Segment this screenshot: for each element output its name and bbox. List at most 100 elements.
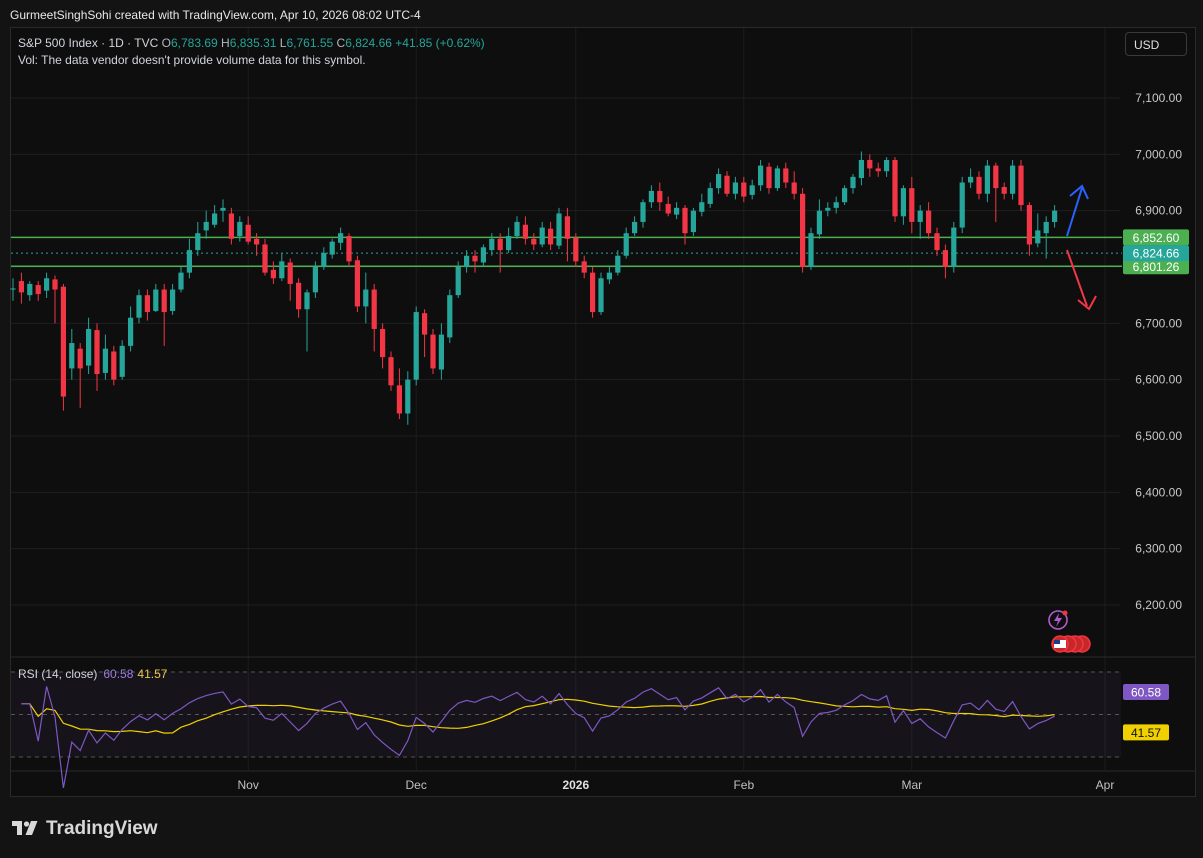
candle-up: [959, 182, 965, 228]
open-value: 6,783.69: [170, 36, 218, 50]
candle-down: [430, 334, 436, 369]
candle-down: [741, 182, 747, 197]
candle-down: [934, 233, 940, 251]
tradingview-logo-icon: [12, 821, 38, 835]
candle-down: [380, 328, 386, 358]
tradingview-brand[interactable]: TradingView: [12, 818, 158, 840]
candle-down: [1001, 187, 1007, 194]
arrow-down-head: [1077, 295, 1097, 311]
rsi-pane[interactable]: 60.58 41.57: [11, 656, 1195, 789]
candle-up: [758, 165, 764, 186]
candle-up: [212, 213, 218, 225]
rsi-value: 60.58: [103, 667, 134, 681]
time-tick-label: Feb: [733, 778, 754, 792]
candle-down: [875, 168, 881, 172]
time-tick-label: Dec: [406, 778, 427, 792]
candle-up: [405, 379, 411, 414]
candle-up: [44, 278, 50, 291]
candle-up: [514, 221, 520, 237]
candle-up: [623, 233, 629, 256]
candle-up: [716, 174, 722, 189]
currency-button[interactable]: USD: [1125, 32, 1187, 56]
candle-down: [993, 165, 999, 189]
candle-up: [455, 267, 461, 296]
candle-down: [296, 282, 302, 310]
candle-down: [35, 285, 41, 295]
chart-svg[interactable]: 6,200.00 6,300.00 6,400.00 6,500.00 6,600.00…: [0, 0, 1203, 858]
candle-down: [926, 210, 932, 234]
candle-up: [489, 238, 495, 251]
candle-down: [564, 216, 570, 239]
candle-up: [951, 227, 957, 267]
candles: [10, 151, 1058, 425]
candle-down: [581, 261, 587, 273]
candle-up: [816, 210, 822, 235]
high-key: H: [221, 36, 230, 50]
time-axis[interactable]: Nov Dec 2026 Feb Mar Apr: [11, 770, 1195, 792]
time-tick-label: Nov: [238, 778, 259, 792]
candle-down: [590, 272, 596, 313]
candle-up: [10, 288, 16, 290]
low-value: 6,761.55: [286, 36, 334, 50]
candle-up: [632, 221, 638, 234]
price-tick-label: 6,900.00: [1135, 204, 1182, 218]
candle-down: [800, 193, 806, 267]
candle-up: [27, 283, 33, 296]
candle-down: [665, 203, 671, 214]
candle-up: [363, 289, 369, 307]
candle-up: [917, 210, 923, 222]
rsi-ma-badge-label: 41.57: [1131, 726, 1161, 740]
time-tick-label: Mar: [901, 778, 922, 792]
candle-down: [867, 159, 873, 169]
candle-down: [111, 351, 117, 380]
candle-up: [1010, 165, 1016, 194]
candle-up: [304, 292, 310, 310]
candle-down: [522, 224, 528, 239]
candle-up: [699, 202, 705, 212]
candle-up: [69, 343, 75, 369]
volume-note: Vol: The data vendor doesn't provide vol…: [18, 53, 366, 67]
candle-down: [657, 190, 663, 203]
symbol-label[interactable]: S&P 500 Index · 1D · TVC: [18, 36, 158, 50]
high-value: 6,835.31: [229, 36, 277, 50]
level-badge-label: 6,852.60: [1133, 231, 1180, 245]
candle-up: [338, 233, 344, 243]
candle-up: [690, 210, 696, 233]
candle-up: [598, 278, 604, 313]
candle-down: [531, 238, 537, 245]
time-tick-label: Apr: [1096, 778, 1115, 792]
candle-up: [186, 250, 192, 273]
candle-up: [850, 176, 856, 189]
candle-down: [287, 262, 293, 284]
candle-up: [312, 267, 318, 293]
price-tick-label: 7,000.00: [1135, 147, 1182, 161]
candle-up: [506, 236, 512, 251]
candle-down: [682, 207, 688, 234]
candle-up: [321, 252, 327, 267]
candle-up: [1052, 210, 1058, 222]
annotations: [1048, 184, 1097, 653]
rsi-legend[interactable]: RSI (14, close) 60.58 41.57: [18, 667, 167, 681]
candle-up: [774, 168, 780, 189]
price-tick-label: 6,500.00: [1135, 429, 1182, 443]
candle-up: [464, 255, 470, 267]
open-key: O: [161, 36, 171, 50]
price-axis[interactable]: 6,200.00 6,300.00 6,400.00 6,500.00 6,600.00…: [1123, 91, 1189, 612]
price-tick-label: 7,100.00: [1135, 91, 1182, 105]
candle-up: [749, 185, 755, 195]
lightning-icon-bolt: [1054, 613, 1062, 627]
rsi-label: RSI (14, close): [18, 667, 98, 681]
candle-up: [539, 227, 545, 245]
candle-down: [77, 348, 83, 369]
candle-down: [1026, 205, 1032, 245]
close-key: C: [336, 36, 346, 50]
candle-up: [102, 348, 108, 373]
candle-down: [52, 279, 58, 290]
candle-down: [766, 166, 772, 189]
candle-down: [144, 295, 150, 313]
candle-up: [136, 295, 142, 318]
candle-down: [724, 175, 730, 194]
candle-down: [262, 244, 268, 273]
candle-up: [480, 247, 486, 263]
candle-up: [119, 345, 125, 377]
